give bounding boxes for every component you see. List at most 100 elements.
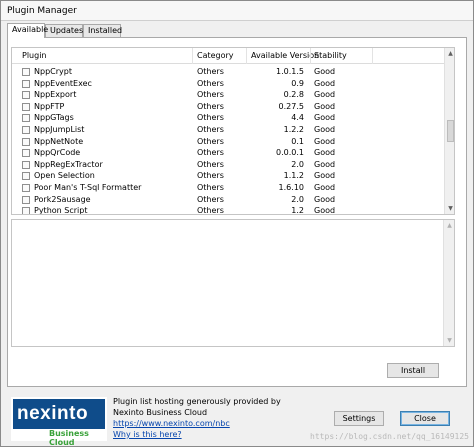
logo-wordmark: nexinto bbox=[13, 399, 105, 429]
column-header-version[interactable]: Available Version bbox=[251, 51, 319, 60]
plugin-manager-window: Plugin Manager Available Updates Install… bbox=[0, 0, 474, 447]
plugin-name: Poor Man's T-Sql Formatter bbox=[34, 182, 142, 192]
plugin-description-box[interactable]: ▲ ▼ bbox=[11, 219, 455, 347]
plugin-checkbox[interactable] bbox=[22, 160, 30, 169]
list-item[interactable]: NppNetNote Others 0.1 Good bbox=[12, 136, 444, 148]
plugin-stability: Good bbox=[314, 124, 336, 134]
plugin-name: Pork2Sausage bbox=[34, 194, 91, 204]
plugin-name: Python Script bbox=[34, 206, 88, 215]
list-item[interactable]: NppGTags Others 4.4 Good bbox=[12, 112, 444, 124]
plugin-name: NppFTP bbox=[34, 101, 65, 111]
scroll-down-icon[interactable]: ▼ bbox=[444, 335, 455, 346]
plugin-checkbox[interactable] bbox=[22, 79, 30, 88]
column-header-category[interactable]: Category bbox=[197, 51, 234, 60]
logo-tagline: Business Cloud bbox=[49, 429, 89, 447]
list-item[interactable]: NppEventExec Others 0.9 Good bbox=[12, 78, 444, 90]
plugin-version: 1.2.2 bbox=[283, 124, 304, 134]
plugin-category: Others bbox=[197, 159, 224, 169]
scroll-thumb[interactable] bbox=[447, 120, 454, 142]
list-item[interactable]: NppFTP Others 0.27.5 Good bbox=[12, 101, 444, 113]
plugin-stability: Good bbox=[314, 101, 336, 111]
plugin-name: NppJumpList bbox=[34, 124, 85, 134]
list-item[interactable]: NppRegExTractor Others 2.0 Good bbox=[12, 159, 444, 171]
plugin-category: Others bbox=[197, 78, 224, 88]
plugin-version: 0.9 bbox=[291, 78, 304, 88]
plugin-stability: Good bbox=[314, 194, 336, 204]
tab-updates[interactable]: Updates bbox=[45, 24, 83, 37]
scroll-down-icon[interactable]: ▼ bbox=[445, 203, 454, 214]
tab-installed[interactable]: Installed bbox=[83, 24, 122, 37]
list-item[interactable]: NppExport Others 0.2.8 Good bbox=[12, 89, 444, 101]
plugin-name: NppRegExTractor bbox=[34, 159, 103, 169]
list-item[interactable]: NppCrypt Others 1.0.1.5 Good bbox=[12, 66, 444, 78]
column-header-stability[interactable]: Stability bbox=[314, 51, 347, 60]
plugin-stability: Good bbox=[314, 78, 336, 88]
credits-line-2: Nexinto Business Cloud bbox=[113, 408, 208, 417]
plugin-checkbox[interactable] bbox=[22, 68, 30, 76]
plugin-stability: Good bbox=[314, 182, 336, 192]
list-item[interactable]: Pork2Sausage Others 2.0 Good bbox=[12, 194, 444, 206]
list-scrollbar[interactable]: ▲ ▼ bbox=[444, 48, 454, 214]
plugin-version: 0.1 bbox=[291, 136, 304, 146]
plugin-checkbox[interactable] bbox=[22, 125, 30, 134]
plugin-version: 0.0.0.1 bbox=[276, 148, 304, 158]
column-separator[interactable] bbox=[372, 48, 373, 64]
plugin-checkbox[interactable] bbox=[22, 183, 30, 192]
column-separator[interactable] bbox=[246, 48, 247, 64]
list-item[interactable]: NppJumpList Others 1.2.2 Good bbox=[12, 124, 444, 136]
plugin-category: Others bbox=[197, 90, 224, 100]
plugin-stability: Good bbox=[314, 67, 336, 76]
why-link[interactable]: Why is this here? bbox=[113, 429, 281, 440]
plugin-stability: Good bbox=[314, 113, 336, 123]
plugin-checkbox[interactable] bbox=[22, 114, 30, 123]
plugin-version: 2.0 bbox=[291, 159, 304, 169]
scroll-up-icon[interactable]: ▲ bbox=[444, 220, 455, 231]
plugin-category: Others bbox=[197, 194, 224, 204]
plugin-name: NppNetNote bbox=[34, 136, 84, 146]
plugin-checkbox[interactable] bbox=[22, 172, 30, 181]
column-header-plugin[interactable]: Plugin bbox=[22, 51, 47, 60]
column-separator[interactable] bbox=[192, 48, 193, 64]
plugin-stability: Good bbox=[314, 159, 336, 169]
install-button[interactable]: Install bbox=[387, 363, 439, 378]
plugin-name: NppGTags bbox=[34, 113, 74, 123]
plugin-category: Others bbox=[197, 136, 224, 146]
plugin-list[interactable]: Plugin Category Available Version Stabil… bbox=[11, 47, 455, 215]
plugin-stability: Good bbox=[314, 171, 336, 181]
list-header: Plugin Category Available Version Stabil… bbox=[12, 48, 444, 64]
plugin-checkbox[interactable] bbox=[22, 102, 30, 111]
scroll-up-icon[interactable]: ▲ bbox=[445, 48, 454, 59]
column-separator[interactable] bbox=[310, 48, 311, 64]
plugin-name: NppExport bbox=[34, 90, 77, 100]
title-bar[interactable]: Plugin Manager bbox=[1, 1, 473, 21]
tab-available[interactable]: Available bbox=[7, 23, 48, 38]
plugin-checkbox[interactable] bbox=[22, 91, 30, 100]
plugin-checkbox[interactable] bbox=[22, 195, 30, 204]
plugin-version: 4.4 bbox=[291, 113, 304, 123]
list-item[interactable]: Poor Man's T-Sql Formatter Others 1.6.10 Go… bbox=[12, 182, 444, 194]
plugin-checkbox[interactable] bbox=[22, 137, 30, 146]
plugin-category: Others bbox=[197, 171, 224, 181]
close-button[interactable]: Close bbox=[400, 411, 450, 426]
plugin-category: Others bbox=[197, 148, 224, 158]
plugin-checkbox[interactable] bbox=[22, 149, 30, 158]
plugin-version: 2.0 bbox=[291, 194, 304, 204]
nexinto-link[interactable]: https://www.nexinto.com/nbc bbox=[113, 418, 281, 429]
settings-button[interactable]: Settings bbox=[334, 411, 384, 426]
plugin-version: 1.0.1.5 bbox=[276, 67, 304, 76]
plugin-stability: Good bbox=[314, 90, 336, 100]
list-item[interactable]: Python Script Others 1.2 Good bbox=[12, 205, 444, 215]
window-title: Plugin Manager bbox=[7, 6, 77, 16]
watermark: https://blog.csdn.net/qq_16149125 bbox=[310, 432, 469, 441]
plugin-category: Others bbox=[197, 182, 224, 192]
plugin-name: Open Selection bbox=[34, 171, 95, 181]
description-scrollbar[interactable]: ▲ ▼ bbox=[443, 220, 454, 346]
plugin-version: 1.1.2 bbox=[283, 171, 304, 181]
plugin-name: NppCrypt bbox=[34, 67, 72, 76]
plugin-version: 1.6.10 bbox=[278, 182, 304, 192]
plugin-checkbox[interactable] bbox=[22, 207, 30, 214]
plugin-version: 0.2.8 bbox=[283, 90, 304, 100]
list-item[interactable]: NppQrCode Others 0.0.0.1 Good bbox=[12, 147, 444, 159]
plugin-category: Others bbox=[197, 113, 224, 123]
list-item[interactable]: Open Selection Others 1.1.2 Good bbox=[12, 170, 444, 182]
